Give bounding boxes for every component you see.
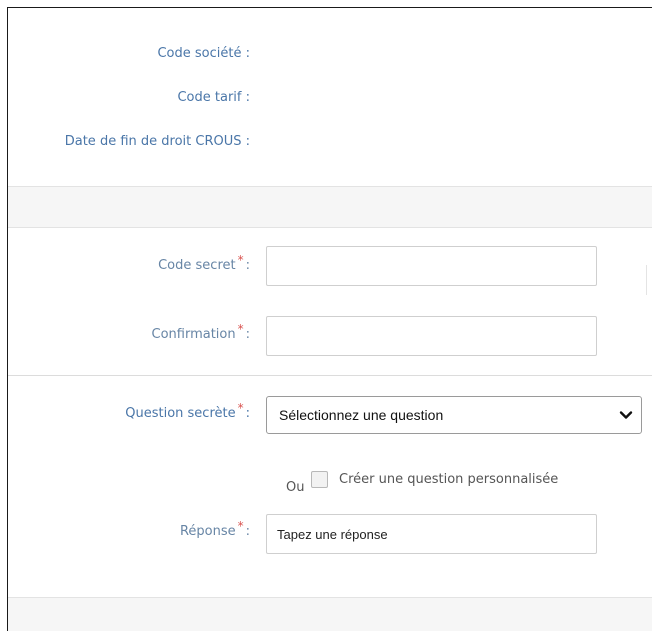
code-societe-label: Code société : <box>157 46 250 61</box>
label-colon: : <box>245 524 250 539</box>
code-secret-label: Code secret *: <box>158 253 250 273</box>
code-secret-input[interactable] <box>266 246 597 286</box>
section-separator <box>8 186 652 228</box>
confirmation-input[interactable] <box>266 316 597 356</box>
required-asterisk: * <box>237 519 244 533</box>
confirmation-label-text: Confirmation <box>151 327 236 342</box>
form-panel: Code société : Code tarif : Date de fin … <box>7 7 652 631</box>
reponse-label-text: Réponse <box>179 524 236 539</box>
label-colon: : <box>245 406 250 421</box>
date-fin-droit-label: Date de fin de droit CROUS : <box>64 134 250 149</box>
code-tarif-label: Code tarif : <box>177 90 250 105</box>
label-colon: : <box>245 258 250 273</box>
question-secrete-selected-value: Sélectionnez une question <box>279 407 444 423</box>
reponse-label: Réponse *: <box>179 519 250 539</box>
code-secret-label-text: Code secret <box>158 258 236 273</box>
chevron-down-icon <box>619 411 633 419</box>
custom-question-checkbox[interactable] <box>311 471 328 488</box>
footer-band <box>8 597 652 631</box>
or-text: Ou <box>286 480 305 495</box>
confirmation-label: Confirmation *: <box>151 322 251 342</box>
label-colon: : <box>245 327 250 342</box>
required-asterisk: * <box>237 322 244 336</box>
question-secrete-select[interactable]: Sélectionnez une question <box>266 396 642 434</box>
question-secrete-label-text: Question secrète <box>125 406 236 421</box>
panel-edge-divider <box>646 265 647 295</box>
question-secrete-label: Question secrète *: <box>125 401 250 421</box>
reponse-input[interactable] <box>266 514 597 554</box>
section-divider <box>8 375 652 376</box>
required-asterisk: * <box>237 253 244 267</box>
custom-question-label[interactable]: Créer une question personnalisée <box>339 472 558 487</box>
required-asterisk: * <box>237 401 244 415</box>
